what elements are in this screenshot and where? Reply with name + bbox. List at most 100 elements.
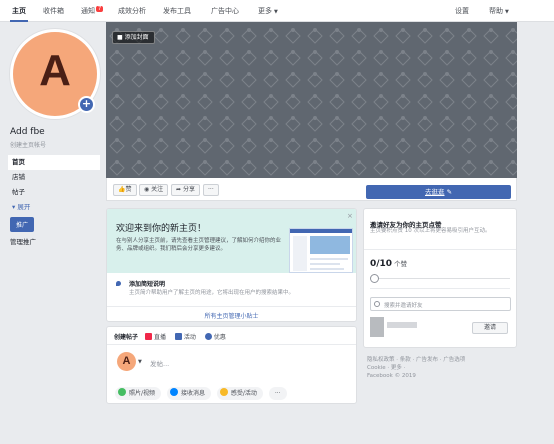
friend-avatar <box>370 317 384 337</box>
calendar-icon <box>174 333 182 340</box>
composer-avatar[interactable]: A <box>117 352 136 371</box>
copyright: Facebook © 2019 <box>367 373 416 379</box>
like-label: 赞 <box>125 186 132 193</box>
sidebar-item-posts[interactable]: 帖子 <box>8 185 100 200</box>
footer-links[interactable]: 隐私权政策 · 条款 · 广告发布 · 广告选项 <box>367 356 515 364</box>
welcome-title: 欢迎来到你的新主页！ <box>116 224 207 234</box>
welcome-card: 欢迎来到你的新主页！ 在与别人分享主页前，请先查看主页管理建议，了解如何介绍你的… <box>106 208 357 322</box>
composer-divider <box>107 344 356 345</box>
like-progress-knob <box>370 274 379 283</box>
notification-badge: 7 <box>96 6 104 12</box>
like-count-value: 0/10 <box>370 259 393 269</box>
create-username-link[interactable]: 创建主页帐号 <box>10 140 46 149</box>
help-menu[interactable]: 帮助 ▼ <box>489 6 509 16</box>
chip-label: 感受/活动 <box>230 390 257 397</box>
share-icon: ➦ <box>176 186 183 193</box>
pin-icon <box>116 281 121 286</box>
tab-event[interactable]: 活动 <box>174 333 196 341</box>
invite-subtitle: 主页要积点赞 10 次以上将更容易吸引用户互动。 <box>370 228 491 234</box>
follow-label: 关注 <box>151 186 164 193</box>
tab-offer-label: 优惠 <box>213 334 226 341</box>
like-button[interactable]: 👍赞 <box>113 184 137 196</box>
share-button[interactable]: ➦ 分享 <box>171 184 200 196</box>
messenger-icon <box>169 388 178 396</box>
like-count: 0/10 个赞 <box>370 258 407 269</box>
like-count-suffix: 个赞 <box>394 260 408 268</box>
tab-insights[interactable]: 成效分析 <box>118 6 146 16</box>
composer-chips: 照片/视频 接收消息 感受/活动 ··· <box>115 387 291 400</box>
post-composer: 创建帖子 直播 活动 优惠 A ▼ 发帖... 照片/视频 接收消息 感受/活动… <box>106 326 357 404</box>
get-messages-button[interactable]: 接收消息 <box>166 387 211 400</box>
friend-name-blurred <box>387 322 417 328</box>
add-photo-icon[interactable]: + <box>78 96 95 113</box>
friend-search-input[interactable]: 搜索并邀请好友 <box>370 297 511 311</box>
photo-icon <box>118 388 126 396</box>
tip-description: 主页简介帮助用户了解主页的用途，它将出现在用户的搜索结果中。 <box>129 290 295 296</box>
tip-title: 添加简短说明 <box>129 281 166 288</box>
offer-icon <box>204 333 212 340</box>
chevron-down-icon[interactable]: ▼ <box>138 359 142 365</box>
emoji-icon <box>219 388 228 396</box>
sidebar-item-home[interactable]: 首页 <box>8 155 100 170</box>
tab-live-label: 直播 <box>153 334 166 341</box>
cover-pattern <box>106 22 517 178</box>
search-icon <box>374 301 380 307</box>
promote-button[interactable]: 推广 <box>10 217 35 232</box>
invite-button[interactable]: 邀请 <box>472 322 508 334</box>
invite-friends-card: 邀请好友为你的主页点赞 主页要积点赞 10 次以上将更容易吸引用户互动。 0/1… <box>363 208 517 348</box>
chevron-down-icon: ▼ <box>505 9 509 15</box>
welcome-description: 在与别人分享主页前，请先查看主页管理建议，了解如何介绍你的业务、品牌或组织。我们… <box>116 238 282 252</box>
feeling-activity-button[interactable]: 感受/活动 <box>216 387 263 400</box>
camera-icon: ■ <box>117 34 125 41</box>
settings-link[interactable]: 设置 <box>455 6 469 16</box>
tab-notifications[interactable]: 通知 7 <box>81 6 104 16</box>
sidebar-item-expand[interactable]: ▾ 展开 <box>8 200 100 215</box>
invite-divider <box>364 249 516 250</box>
tab-inbox[interactable]: 收件箱 <box>43 6 64 16</box>
active-tab-indicator <box>10 20 28 22</box>
avatar-initial: A <box>39 46 71 95</box>
tab-live[interactable]: 直播 <box>144 333 166 341</box>
help-label: 帮助 <box>489 7 503 15</box>
chevron-down-icon: ▼ <box>274 9 278 15</box>
tab-notifications-label: 通知 <box>81 7 95 15</box>
tab-ad-center[interactable]: 广告中心 <box>211 6 239 16</box>
footer-links-more[interactable]: Cookie · 更多 · <box>367 364 515 372</box>
manage-promotions-link[interactable]: 管理推广 <box>8 236 100 246</box>
pencil-icon: ✎ <box>446 188 453 196</box>
close-icon[interactable]: × <box>347 212 353 220</box>
live-icon <box>144 333 152 340</box>
cover-photo-area[interactable] <box>106 22 517 178</box>
tab-event-label: 活动 <box>183 334 196 341</box>
shop-now-button[interactable]: 去逛逛 ✎ <box>366 185 511 199</box>
sidebar-item-label: 展开 <box>17 203 31 211</box>
share-label: 分享 <box>182 186 195 193</box>
search-placeholder: 搜索并邀请好友 <box>384 303 423 309</box>
photo-video-button[interactable]: 照片/视频 <box>115 387 162 400</box>
tab-publishing-tools[interactable]: 发布工具 <box>163 6 191 16</box>
welcome-hero: 欢迎来到你的新主页！ 在与别人分享主页前，请先查看主页管理建议，了解如何介绍你的… <box>107 209 356 273</box>
sidebar-item-shop[interactable]: 店铺 <box>8 170 100 185</box>
progress-divider <box>370 288 510 289</box>
add-cover-button[interactable]: ■ 添加封面 <box>112 31 155 44</box>
tab-create-post[interactable]: 创建帖子 <box>114 334 138 341</box>
more-options-button[interactable]: ··· <box>268 387 287 400</box>
tab-more-label: 更多 <box>258 7 272 15</box>
composer-tabs: 创建帖子 直播 活动 优惠 <box>114 332 233 341</box>
page-top-nav: 主页 收件箱 通知 7 成效分析 发布工具 广告中心 更多 ▼ 设置 帮助 ▼ <box>0 0 554 22</box>
add-cover-label: 添加封面 <box>124 34 149 41</box>
tab-offer[interactable]: 优惠 <box>204 333 226 341</box>
chip-label: 照片/视频 <box>129 390 156 397</box>
page-name: Add fbe <box>10 127 45 137</box>
chip-label: 接收消息 <box>180 390 205 397</box>
follow-button[interactable]: ◉ 关注 <box>139 184 169 196</box>
tab-home[interactable]: 主页 <box>12 6 26 16</box>
like-progress-track <box>370 278 510 279</box>
page-preview-illustration <box>289 228 353 273</box>
tab-more[interactable]: 更多 ▼ <box>258 6 278 16</box>
composer-input[interactable]: 发帖... <box>150 358 169 368</box>
cta-label: 去逛逛 <box>424 188 445 196</box>
sidebar: 首页 店铺 帖子 ▾ 展开 推广 管理推广 <box>8 155 100 246</box>
all-tips-link[interactable]: 所有主页管理小贴士 <box>107 306 356 320</box>
more-actions-button[interactable]: ··· <box>203 184 219 196</box>
